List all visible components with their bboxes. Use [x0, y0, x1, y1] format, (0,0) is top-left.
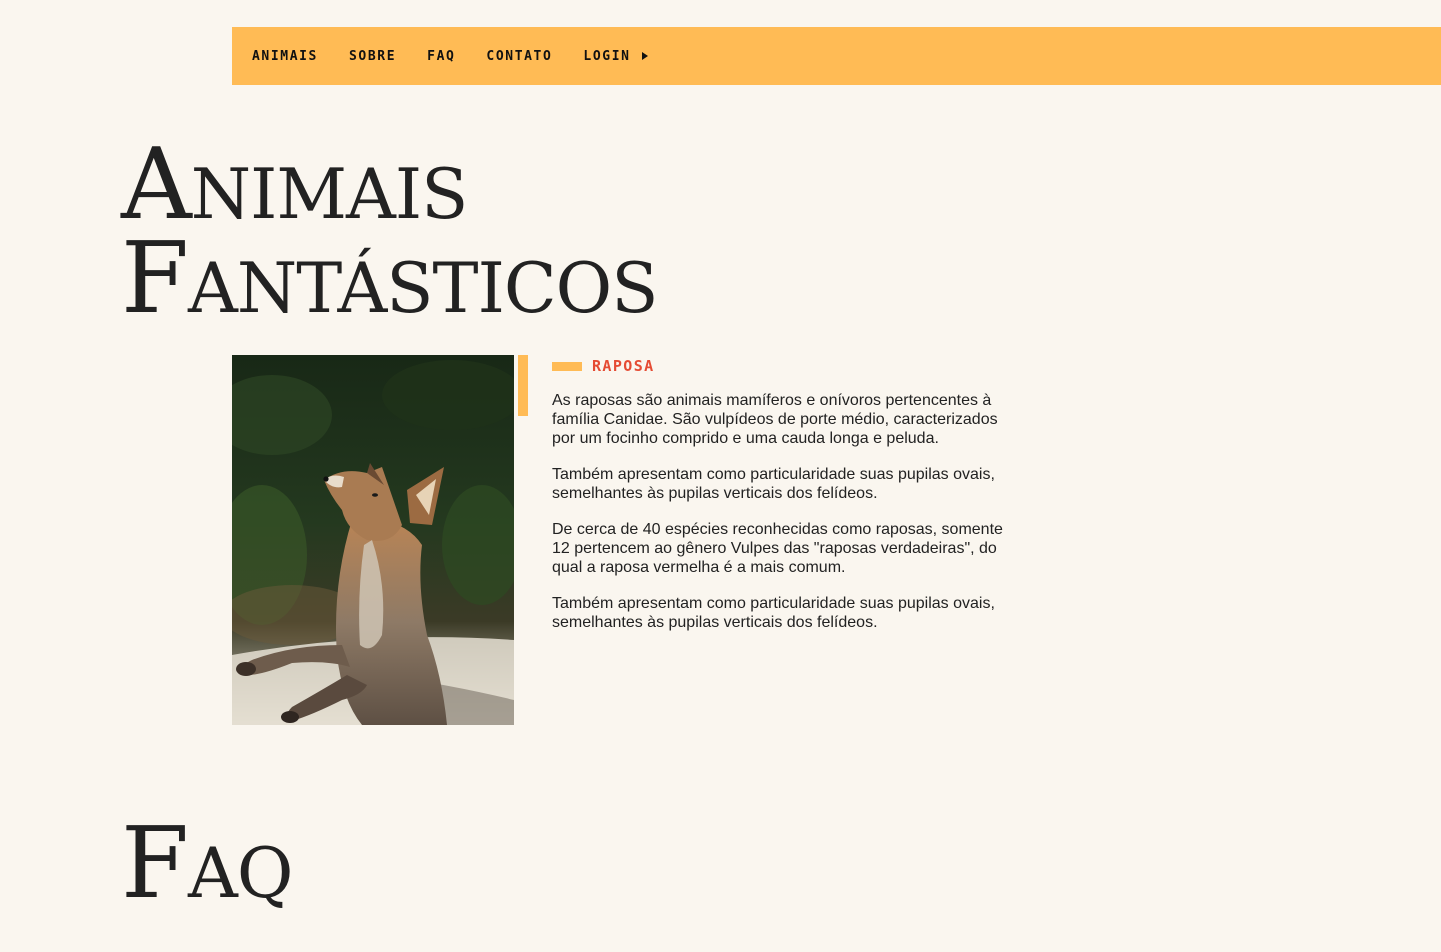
page-title-line-2: Fantásticos	[121, 222, 658, 336]
login-label: LOGIN	[583, 48, 631, 64]
animal-paragraph-4: Também apresentam como particularidade s…	[552, 595, 995, 631]
animal-heading: RAPOSA	[552, 355, 1012, 377]
animal-description: RAPOSA As raposas são animais mamíferos …	[552, 355, 1012, 649]
fox-photo	[232, 355, 514, 725]
page-title-line-1: Animais	[121, 128, 468, 242]
menu-item-faq: FAQ	[427, 49, 455, 64]
menu-link-login[interactable]: LOGIN	[583, 48, 648, 64]
menu-item-login: LOGIN	[583, 48, 648, 64]
arrow-right-icon	[641, 52, 648, 60]
menu-link-sobre[interactable]: SOBRE	[349, 49, 396, 64]
page-title: Animais Fantásticos	[121, 128, 658, 336]
menu-link-faq[interactable]: FAQ	[427, 49, 455, 64]
animal-paragraph-2: Também apresentam como particularidade s…	[552, 466, 995, 502]
menu-link-animais[interactable]: ANIMAIS	[252, 49, 318, 64]
animal-name: RAPOSA	[592, 357, 655, 375]
menu-item-contato: CONTATO	[486, 49, 552, 64]
heading-dash	[552, 361, 582, 371]
faq-title: Faq	[121, 807, 293, 921]
menu-item-animais: ANIMAIS	[252, 49, 318, 64]
top-menu: ANIMAIS SOBRE FAQ CONTATO LOGIN	[232, 27, 1441, 85]
animal-paragraph-3: De cerca de 40 espécies reconhecidas com…	[552, 521, 1003, 576]
accent-bar	[518, 355, 528, 416]
animal-paragraph-1: As raposas são animais mamíferos e onívo…	[552, 392, 998, 447]
menu-list: ANIMAIS SOBRE FAQ CONTATO LOGIN	[232, 27, 1441, 85]
menu-item-sobre: SOBRE	[349, 49, 396, 64]
menu-link-contato[interactable]: CONTATO	[486, 49, 552, 64]
